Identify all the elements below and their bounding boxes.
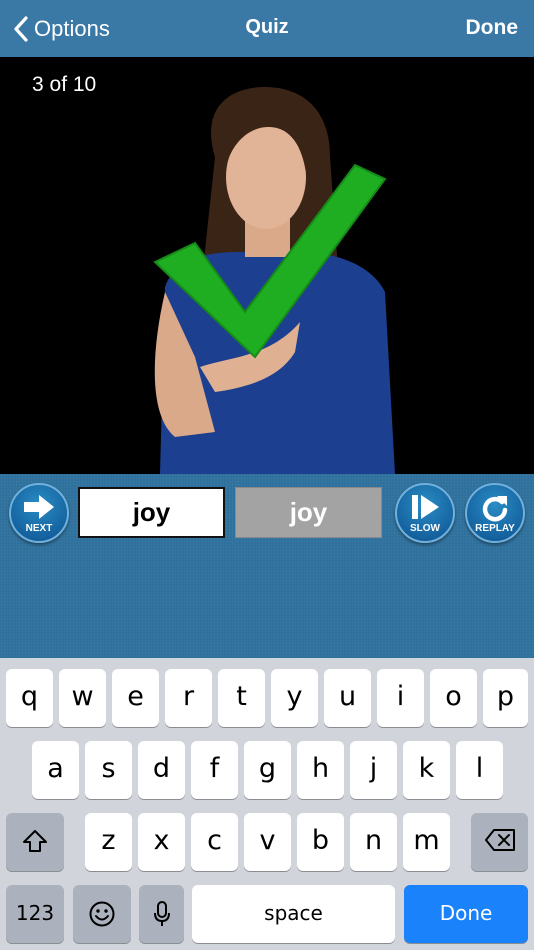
emoji-key[interactable] [73,885,131,943]
key-i[interactable]: i [377,669,424,727]
key-s[interactable]: s [85,741,132,799]
replay-button-label: REPLAY [475,523,515,534]
keyboard: q w e r t y u i o p a s d f g h j k l z … [0,658,534,950]
key-k[interactable]: k [403,741,450,799]
slow-button-label: SLOW [410,523,440,534]
replay-icon [482,496,508,522]
key-p[interactable]: p [483,669,528,727]
key-a[interactable]: a [32,741,79,799]
replay-button[interactable]: REPLAY [465,483,525,543]
key-z[interactable]: z [85,813,132,871]
key-e[interactable]: e [112,669,159,727]
key-m[interactable]: m [403,813,450,871]
sign-video[interactable]: 3 of 10 [0,57,534,474]
shift-icon [23,830,47,852]
signer-illustration [153,87,395,474]
nav-bar: Options Quiz Done [0,0,534,57]
question-counter: 3 of 10 [32,73,97,96]
key-l[interactable]: l [456,741,503,799]
space-key[interactable]: space [192,885,395,943]
next-button[interactable]: NEXT [9,483,69,543]
done-button[interactable]: Done [466,16,519,40]
keyboard-done-key[interactable]: Done [404,885,528,943]
backspace-icon [484,829,515,851]
key-t[interactable]: t [218,669,265,727]
numbers-key[interactable]: 123 [6,885,64,943]
key-r[interactable]: r [165,669,212,727]
key-q[interactable]: q [6,669,53,727]
key-v[interactable]: v [244,813,291,871]
key-j[interactable]: j [350,741,397,799]
key-d[interactable]: d [138,741,185,799]
key-g[interactable]: g [244,741,291,799]
key-y[interactable]: y [271,669,318,727]
microphone-icon [153,901,170,926]
slow-play-icon [412,495,439,519]
arrow-right-icon [24,495,54,519]
key-x[interactable]: x [138,813,185,871]
key-n[interactable]: n [350,813,397,871]
key-w[interactable]: w [59,669,106,727]
key-o[interactable]: o [430,669,477,727]
key-h[interactable]: h [297,741,344,799]
slow-button[interactable]: SLOW [395,483,455,543]
page-title: Quiz [245,16,289,38]
backspace-key[interactable] [471,813,528,871]
dictation-key[interactable] [139,885,184,943]
key-u[interactable]: u [324,669,371,727]
correct-answer-box: joy [235,487,382,538]
key-b[interactable]: b [297,813,344,871]
quiz-controls: NEXT joy SLOW REPLAY [0,474,534,658]
next-button-label: NEXT [25,523,53,534]
shift-key[interactable] [6,813,64,871]
emoji-icon [89,901,115,927]
key-f[interactable]: f [191,741,238,799]
answer-input[interactable] [78,487,225,538]
key-c[interactable]: c [191,813,238,871]
